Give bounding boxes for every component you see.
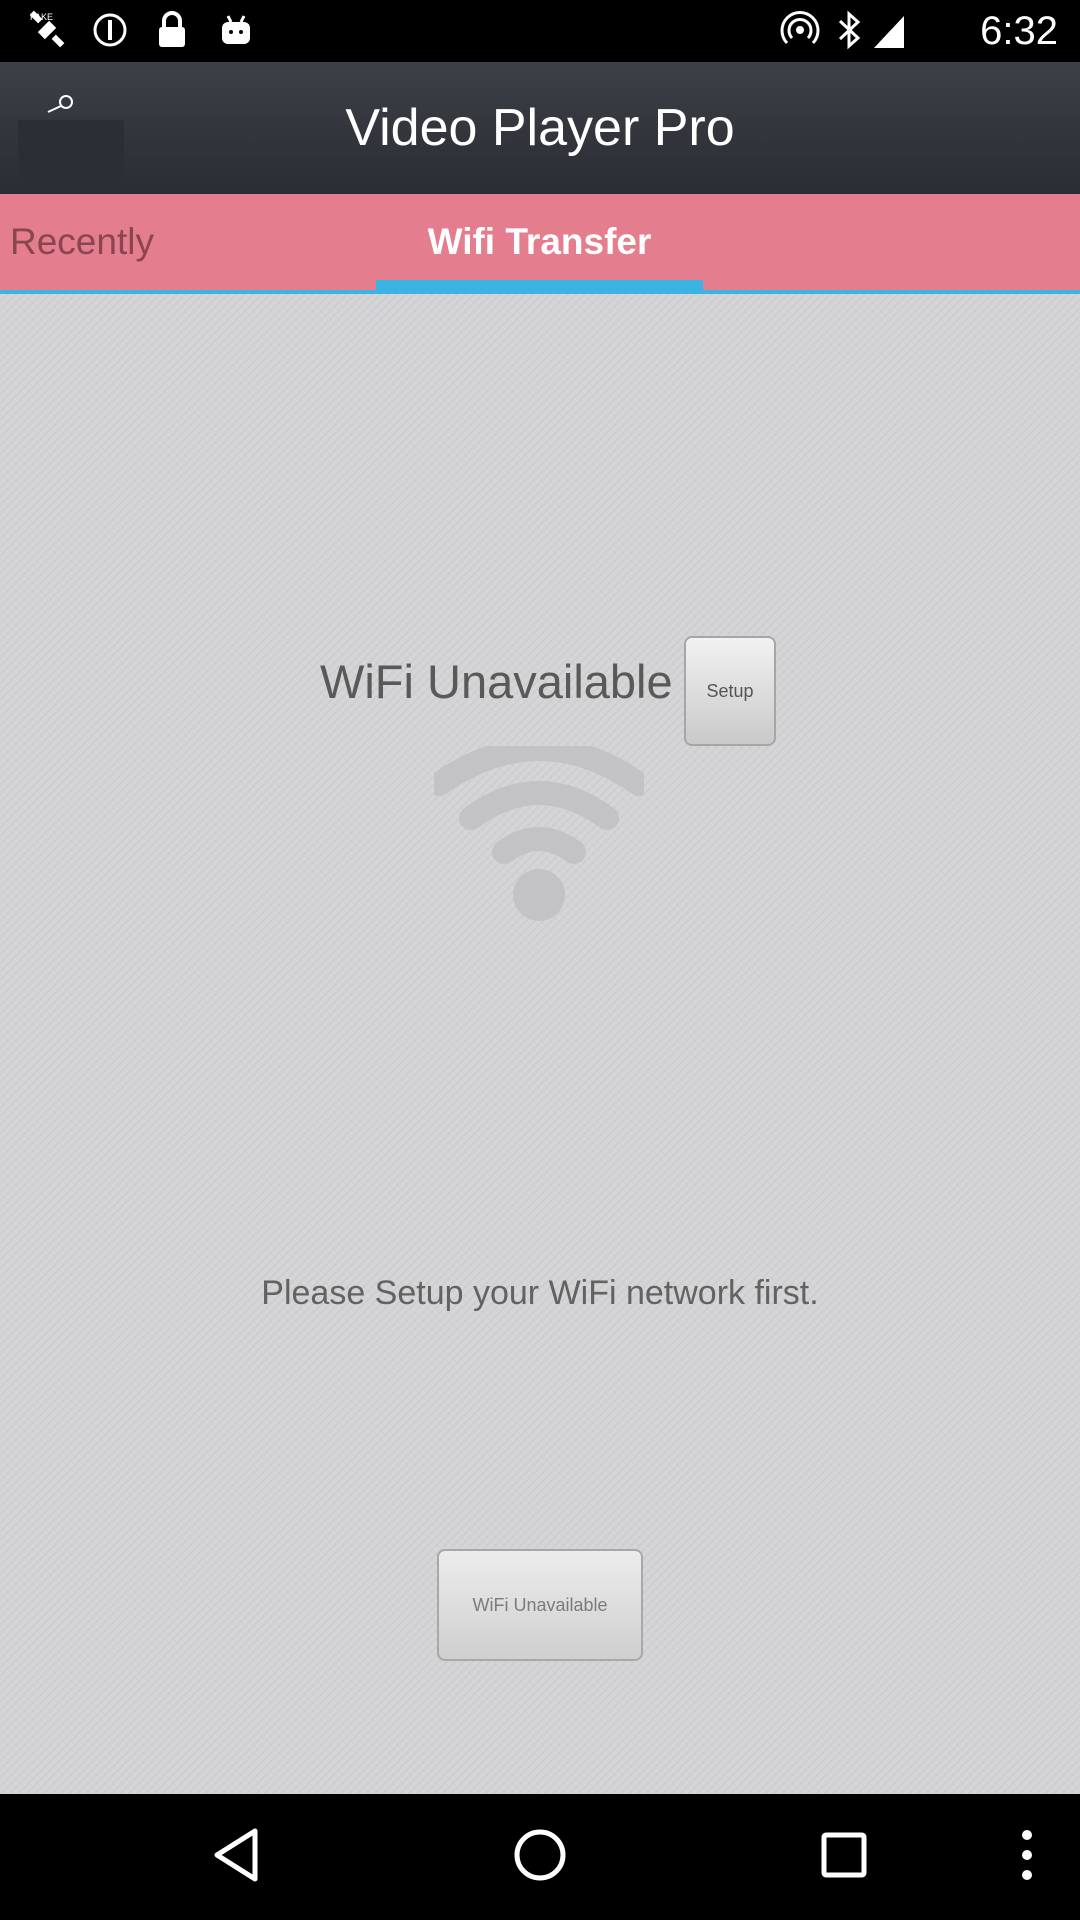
wifi-icon	[427, 737, 651, 926]
hotspot-icon	[776, 8, 824, 52]
more-options-button[interactable]	[982, 1814, 1072, 1900]
setup-message: Please Setup your WiFi network first.	[261, 1274, 819, 1312]
wifi-status-text: WiFi Unavailable	[320, 655, 673, 708]
wifi-transfer-panel: WiFi Unavailable Setup Please Setup your…	[0, 294, 1080, 1794]
clock: 6:32	[980, 9, 1058, 53]
tab-wifi-transfer[interactable]: Wifi Transfer	[376, 194, 703, 290]
wifi-unavailable-button[interactable]: WiFi Unavailable	[437, 1549, 643, 1661]
tab-recently[interactable]: Recently	[10, 194, 154, 290]
back-button[interactable]	[191, 1814, 281, 1900]
recents-button[interactable]	[799, 1814, 889, 1900]
recents-icon	[819, 1830, 869, 1885]
setup-button[interactable]: Setup	[684, 636, 776, 746]
tab-indicator	[376, 280, 703, 290]
lock-icon	[150, 8, 194, 52]
navigation-bar	[0, 1794, 1080, 1920]
app-bar: Video Player Pro	[0, 62, 1080, 194]
status-bar: FAKE 6:32	[0, 0, 1080, 62]
more-icon	[1019, 1827, 1035, 1888]
bluetooth-icon	[830, 8, 870, 52]
signal-icon	[870, 8, 908, 52]
app-title: Video Player Pro	[345, 99, 735, 157]
tab-bar: Recently Wifi Transfer	[0, 194, 1080, 294]
android-icon	[214, 8, 258, 52]
home-icon	[512, 1827, 568, 1888]
home-button[interactable]	[495, 1814, 585, 1900]
svg-text:FAKE: FAKE	[30, 12, 53, 22]
data-saver-icon	[88, 8, 132, 52]
back-icon	[211, 1827, 261, 1888]
fake-gps-icon: FAKE	[24, 8, 72, 52]
